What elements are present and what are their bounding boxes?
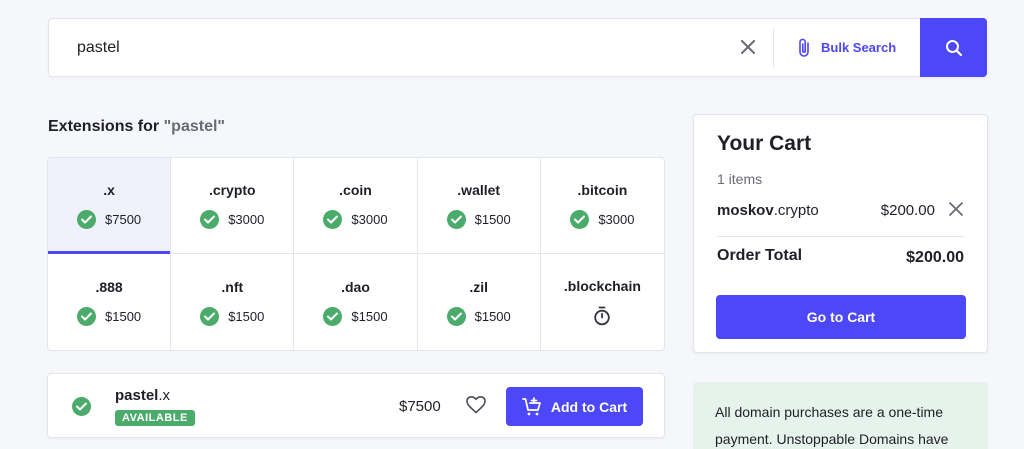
cart-panel: Your Cart 1 items moskov.crypto $200.00 … xyxy=(693,114,988,353)
extension-price: $7500 xyxy=(105,212,142,227)
extension-price-row: $1500 xyxy=(77,306,142,326)
extension-price-row: $1500 xyxy=(323,306,388,326)
result-domain-name: pastel.x xyxy=(115,387,170,404)
extension-price: $1500 xyxy=(228,308,265,324)
paperclip-icon xyxy=(799,38,809,57)
extension-price: $1500 xyxy=(351,308,388,324)
clear-search-button[interactable] xyxy=(737,36,759,58)
extension-price-row: $3000 xyxy=(323,210,388,229)
extension-name: .x xyxy=(103,182,115,198)
add-to-cart-button[interactable]: Add to Cart xyxy=(506,387,643,426)
extensions-grid: .x $7500 .crypto $3000 .coin $3000 .wall… xyxy=(47,157,665,351)
extensions-heading-prefix: Extensions for xyxy=(48,118,164,135)
extension-name: .crypto xyxy=(208,182,256,198)
search-bar: Bulk Search xyxy=(48,18,987,77)
result-domain-ext: .x xyxy=(158,387,171,404)
extension-option-888[interactable]: .888 $1500 xyxy=(48,254,172,350)
check-circle-icon xyxy=(72,397,91,416)
extension-option-dao[interactable]: .dao $1500 xyxy=(294,254,418,350)
extension-price-row: $7500 xyxy=(77,210,141,229)
cart-item-count: 1 items xyxy=(717,171,763,187)
cart-item-label: moskov xyxy=(717,202,774,219)
extension-price: $1500 xyxy=(474,308,511,324)
remove-item-button[interactable] xyxy=(949,202,963,221)
extension-price: $3000 xyxy=(351,212,388,227)
cart-divider xyxy=(717,236,964,237)
cart-plus-icon xyxy=(522,396,541,415)
extension-name: .blockchain xyxy=(563,278,641,294)
extension-option-nft[interactable]: .nft $1500 xyxy=(171,254,295,350)
close-icon xyxy=(741,40,755,54)
extension-option-blockchain[interactable]: .blockchain xyxy=(541,254,664,350)
check-circle-icon xyxy=(446,210,466,229)
check-circle-icon xyxy=(323,306,343,326)
extension-option-bitcoin[interactable]: .bitcoin $3000 xyxy=(540,158,664,254)
extension-price-row: $1500 xyxy=(446,210,511,229)
domain-result-row: pastel.x AVAILABLE $7500 Add to Cart xyxy=(47,373,665,438)
order-total-label: Order Total xyxy=(717,247,803,264)
extension-price-row: $1500 xyxy=(200,306,265,326)
status-badge: AVAILABLE xyxy=(115,410,195,426)
favorite-heart-icon[interactable] xyxy=(466,395,486,419)
search-icon xyxy=(945,39,962,56)
extension-name: .888 xyxy=(95,278,123,295)
extension-name: .wallet xyxy=(457,182,501,198)
search-button[interactable] xyxy=(920,18,987,77)
extension-price-row: $1500 xyxy=(446,306,511,326)
extension-option-zil[interactable]: .zil $1500 xyxy=(418,254,541,350)
check-circle-icon xyxy=(570,210,590,229)
extension-price: $1500 xyxy=(474,212,511,227)
stopwatch-icon xyxy=(594,306,611,326)
cart-item-price: $200.00 xyxy=(880,202,935,219)
go-to-cart-button[interactable]: Go to Cart xyxy=(716,295,966,339)
order-total-value: $200.00 xyxy=(906,249,964,266)
cart-item-name: moskov.crypto xyxy=(717,202,819,219)
extension-option-wallet[interactable]: .wallet $1500 xyxy=(417,158,541,254)
close-icon xyxy=(949,202,963,216)
result-domain-label: pastel xyxy=(115,387,159,404)
check-circle-icon xyxy=(446,306,466,326)
extension-name: .zil xyxy=(469,278,489,295)
cart-item-ext: .crypto xyxy=(773,202,819,219)
extension-name: .coin xyxy=(339,182,372,198)
search-input[interactable] xyxy=(77,19,717,76)
extension-name: .dao xyxy=(341,278,370,295)
extension-name: .nft xyxy=(221,278,244,295)
extensions-heading: Extensions for "pastel" xyxy=(48,118,225,136)
bulk-search-label: Bulk Search xyxy=(821,40,897,55)
extension-option-coin[interactable]: .coin $3000 xyxy=(294,158,418,254)
check-circle-icon xyxy=(200,210,220,229)
extension-price: $3000 xyxy=(228,212,265,227)
check-circle-icon xyxy=(323,210,343,229)
extensions-heading-query: "pastel" xyxy=(163,118,225,135)
check-circle-icon xyxy=(77,306,97,326)
extension-price-row: $3000 xyxy=(570,210,634,229)
bulk-search-button[interactable]: Bulk Search xyxy=(797,19,896,76)
check-circle-icon xyxy=(77,210,97,229)
extension-name: .bitcoin xyxy=(577,182,628,198)
add-to-cart-label: Add to Cart xyxy=(550,398,628,415)
search-divider xyxy=(773,29,774,67)
result-price: $7500 xyxy=(399,398,441,415)
extension-price-row: $3000 xyxy=(200,210,264,229)
check-circle-icon xyxy=(200,306,220,326)
extension-price-row xyxy=(593,306,611,326)
extension-option-crypto[interactable]: .crypto $3000 xyxy=(171,158,295,254)
cart-title: Your Cart xyxy=(717,132,812,155)
extension-price: $3000 xyxy=(598,212,635,227)
extension-option-x[interactable]: .x $7500 xyxy=(48,158,172,254)
extension-price: $1500 xyxy=(105,308,142,324)
info-notice: All domain purchases are a one-time paym… xyxy=(693,382,988,449)
